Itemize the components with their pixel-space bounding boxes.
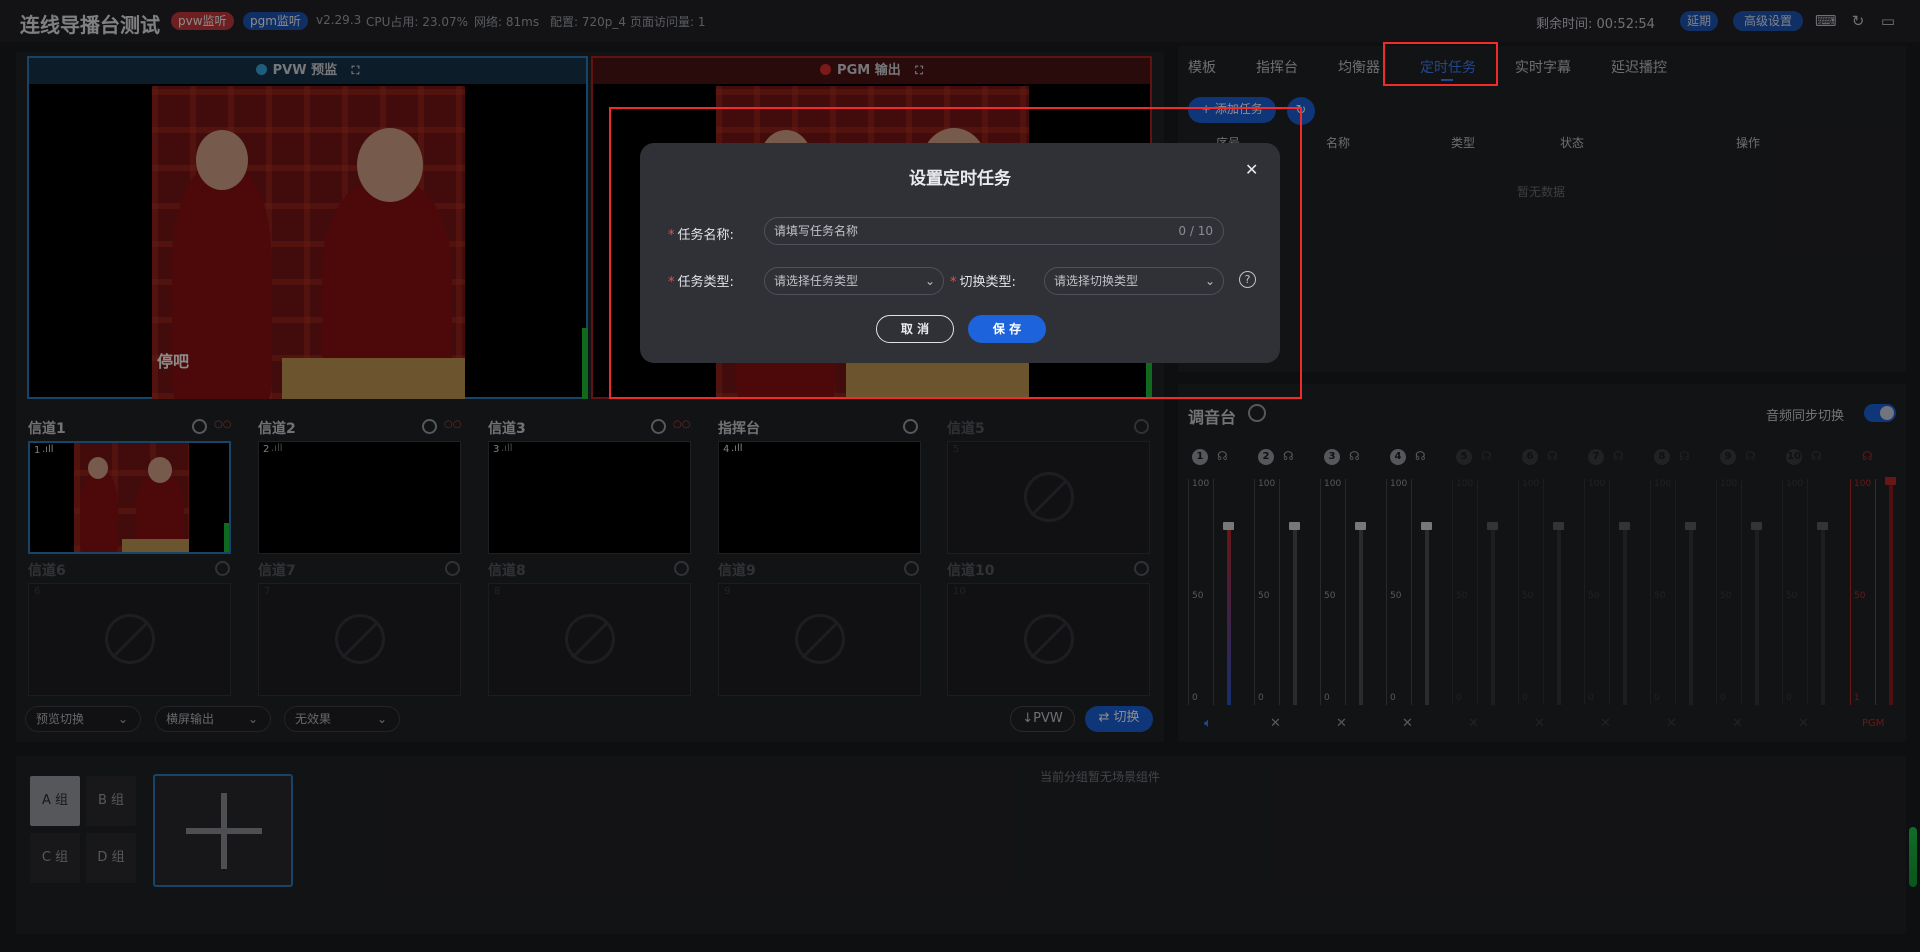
switch-type-label: * 切换类型:: [950, 275, 1016, 290]
switch-type-select[interactable]: 请选择切换类型 ⌄: [1044, 267, 1224, 295]
highlight-box-tab: [1383, 42, 1498, 86]
save-button[interactable]: 保 存: [968, 315, 1046, 343]
task-type-label: * 任务类型:: [668, 275, 734, 290]
chevron-down-icon: ⌄: [1204, 274, 1215, 288]
help-icon[interactable]: ?: [1239, 271, 1256, 288]
task-name-input[interactable]: 请填写任务名称 0 / 10: [764, 217, 1224, 245]
scheduled-task-dialog: 设置定时任务 ✕ * 任务名称: 请填写任务名称 0 / 10 * 任务类型: 请选…: [640, 143, 1280, 363]
dialog-title: 设置定时任务: [909, 169, 1011, 189]
close-icon[interactable]: ✕: [1245, 160, 1258, 179]
chevron-down-icon: ⌄: [924, 274, 935, 288]
task-type-select[interactable]: 请选择任务类型 ⌄: [764, 267, 944, 295]
cancel-button[interactable]: 取 消: [876, 315, 954, 343]
task-name-label: * 任务名称:: [668, 228, 734, 243]
char-counter: 0 / 10: [1178, 224, 1213, 238]
